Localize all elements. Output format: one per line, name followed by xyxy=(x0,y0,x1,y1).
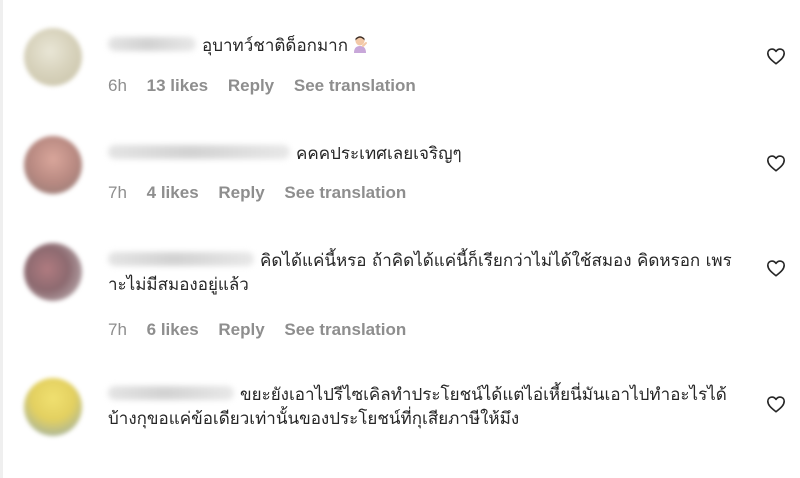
username-blurred[interactable] xyxy=(108,37,196,51)
comment-text: อุบาทว์ชาติด็อกมาก xyxy=(108,34,728,58)
reply-button[interactable]: Reply xyxy=(228,76,274,96)
comment-body: อุบาทว์ชาติด็อกมาก xyxy=(202,36,349,56)
likes-count[interactable]: 4 likes xyxy=(147,183,199,203)
comment-text: คิดได้แค่นี้หรอ ถ้าคิดได้แค่นี้ก็เรียกว่… xyxy=(108,249,733,297)
comment-meta: 7h 4 likes Reply See translation xyxy=(108,183,421,203)
heart-outline-icon[interactable] xyxy=(766,259,788,279)
person-gesturing-emoji xyxy=(352,35,368,53)
reply-button[interactable]: Reply xyxy=(218,183,264,203)
likes-count[interactable]: 6 likes xyxy=(147,320,199,340)
see-translation-button[interactable]: See translation xyxy=(284,183,406,203)
comment-text: ขยะยังเอาไปรีไซเคิลทำประโยชน์ได้แต่ไอ่เห… xyxy=(108,383,733,431)
avatar[interactable] xyxy=(24,28,82,86)
comment-time[interactable]: 6h xyxy=(108,76,127,96)
comment-meta: 7h 6 likes Reply See translation xyxy=(108,320,421,340)
avatar[interactable] xyxy=(24,378,82,436)
heart-outline-icon[interactable] xyxy=(766,395,788,415)
heart-outline-icon[interactable] xyxy=(766,47,788,67)
comment-time[interactable]: 7h xyxy=(108,183,127,203)
see-translation-button[interactable]: See translation xyxy=(284,320,406,340)
heart-outline-icon[interactable] xyxy=(766,154,788,174)
username-blurred[interactable] xyxy=(108,252,254,266)
comment-body: คคคประเทศเลยเจริญๆ xyxy=(296,144,462,164)
comment-meta: 6h 13 likes Reply See translation xyxy=(108,76,431,96)
avatar[interactable] xyxy=(24,243,82,301)
see-translation-button[interactable]: See translation xyxy=(294,76,416,96)
comment-time[interactable]: 7h xyxy=(108,320,127,340)
avatar[interactable] xyxy=(24,136,82,194)
comment-text: คคคประเทศเลยเจริญๆ xyxy=(108,142,728,166)
likes-count[interactable]: 13 likes xyxy=(147,76,208,96)
left-divider xyxy=(0,0,3,478)
reply-button[interactable]: Reply xyxy=(218,320,264,340)
username-blurred[interactable] xyxy=(108,145,290,159)
username-blurred[interactable] xyxy=(108,386,234,400)
